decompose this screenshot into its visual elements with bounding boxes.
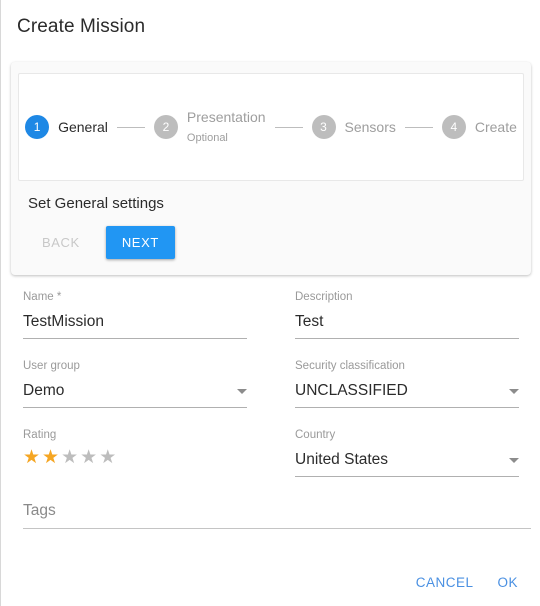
chevron-down-icon [509,389,519,394]
star-icon-2[interactable]: ★ [42,448,59,468]
step-general-labels: General [58,120,108,134]
step-sensors-label: Sensors [344,119,396,135]
step-presentation-label: Presentation [186,109,266,125]
general-settings-form: Name * TestMission Description Test User… [23,290,531,529]
ok-button[interactable]: OK [485,567,530,598]
step-presentation[interactable]: 2 Presentation Optional [153,110,266,144]
description-label: Description [295,291,353,303]
security-classification-select[interactable]: UNCLASSIFIED [295,379,519,408]
user-group-field: User group Demo [23,359,247,408]
country-select[interactable]: United States [295,448,519,477]
step-general[interactable]: 1 General [25,115,108,139]
stepper-header: 1 General 2 Presentation Optional 3 Sens… [18,73,524,181]
star-icon-5[interactable]: ★ [99,448,116,468]
name-field: Name * TestMission [23,290,247,339]
rating-label: Rating [23,429,57,441]
tags-field: Tags [23,499,531,529]
chevron-down-icon [237,389,247,394]
step-create-label: Create [474,119,517,135]
security-classification-field: Security classification UNCLASSIFIED [295,359,519,408]
step-number-4: 4 [441,115,466,139]
next-button[interactable]: NEXT [105,226,175,259]
stepper-card: 1 General 2 Presentation Optional 3 Sens… [11,62,531,275]
form-row-group-classification: User group Demo Security classification … [23,359,519,428]
step-presentation-sublabel: Optional [186,132,228,144]
cancel-button[interactable]: CANCEL [404,567,486,598]
stepper-actions: BACK NEXT [28,226,531,259]
rating-field: Rating ★ ★ ★ ★ ★ [23,428,247,477]
page-title: Create Mission [17,16,146,37]
step-sensors[interactable]: 3 Sensors [311,115,396,139]
form-row-name-description: Name * TestMission Description Test [23,290,519,359]
user-group-value: Demo [23,382,65,399]
stepper-body: Set General settings BACK NEXT [11,181,531,275]
description-field: Description Test [295,290,519,339]
name-value: TestMission [23,313,104,330]
back-button[interactable]: BACK [28,227,94,258]
star-icon-1[interactable]: ★ [23,448,40,468]
country-label: Country [295,429,336,441]
user-group-label: User group [23,360,80,372]
star-icon-4[interactable]: ★ [80,448,97,468]
tags-input[interactable]: Tags [23,499,531,529]
form-row-rating-country: Rating ★ ★ ★ ★ ★ Country United States [23,428,519,497]
dialog-footer: CANCEL OK [404,567,530,598]
stepper-body-title: Set General settings [28,195,164,212]
rating-stars[interactable]: ★ ★ ★ ★ ★ [23,448,247,468]
step-general-label: General [58,119,108,135]
create-mission-dialog: Create Mission 1 General 2 Presentation … [0,0,540,606]
step-connector-3 [404,126,433,128]
stepper-steps: 1 General 2 Presentation Optional 3 Sens… [25,110,517,144]
star-icon-3[interactable]: ★ [61,448,78,468]
name-input[interactable]: TestMission [23,310,247,339]
security-classification-value: UNCLASSIFIED [295,382,408,399]
name-label: Name * [23,291,62,303]
security-classification-label: Security classification [295,360,405,372]
chevron-down-icon [509,458,519,463]
user-group-select[interactable]: Demo [23,379,247,408]
step-number-1: 1 [25,115,50,139]
step-create-labels: Create [475,120,517,134]
step-connector-1 [116,126,145,128]
step-number-2: 2 [153,115,178,139]
step-number-3: 3 [311,115,336,139]
step-sensors-labels: Sensors [345,120,396,134]
step-connector-2 [274,126,303,128]
country-value: United States [295,451,389,468]
country-field: Country United States [295,428,519,477]
step-presentation-labels: Presentation Optional [187,110,266,144]
description-input[interactable]: Test [295,310,519,339]
tags-placeholder: Tags [23,502,56,519]
description-value: Test [295,313,324,330]
step-create[interactable]: 4 Create [441,115,517,139]
